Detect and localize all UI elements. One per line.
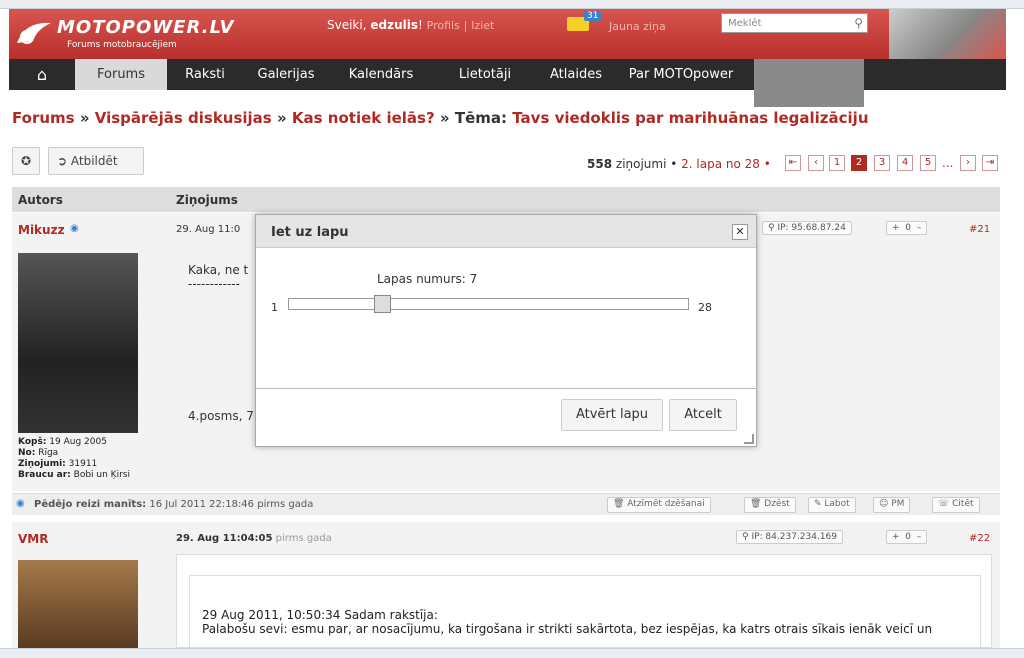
nav-placeholder-box xyxy=(754,59,864,107)
post-22: VMR 29. Aug 11:04:05 pirms gada ⚲ IP: 84… xyxy=(12,522,1000,649)
browser-top-strip xyxy=(0,0,1024,9)
nav-calendar[interactable]: Kalendārs xyxy=(329,59,433,90)
post-date: 29. Aug 11:04:05 pirms gada xyxy=(176,533,332,544)
user-avatar xyxy=(18,253,138,433)
page-link[interactable]: 3 xyxy=(874,155,890,171)
browser-status-bar xyxy=(0,648,1024,658)
logout-link[interactable]: Iziet xyxy=(471,19,494,32)
logo-name: MOTOPOWER.LV xyxy=(57,17,235,38)
post-count: 558 xyxy=(587,157,613,171)
search-icon[interactable]: ⚲ xyxy=(854,16,863,30)
pm-button[interactable]: ☺ PM xyxy=(873,497,911,513)
post-date: 29. Aug 11:0 xyxy=(176,224,241,235)
topic-options-button[interactable]: ✪ xyxy=(12,147,40,175)
page-link[interactable]: 5 xyxy=(920,155,936,171)
page-link[interactable]: 4 xyxy=(897,155,913,171)
logo-subtitle: Forums motobraucējiem xyxy=(67,40,177,50)
post-number[interactable]: #22 xyxy=(969,533,990,544)
next-page-button[interactable]: › xyxy=(960,155,976,171)
post-number[interactable]: #21 xyxy=(969,224,990,235)
user-greeting: Sveiki, edzulis! Profils | Iziet xyxy=(327,18,495,32)
reply-button[interactable]: ➲ Atbildēt xyxy=(48,147,144,175)
nav-galleries[interactable]: Galerijas xyxy=(243,59,329,90)
author-info: Kopš: 19 Aug 2005 No: Rīga Ziņojumi: 319… xyxy=(18,437,130,480)
message-count-badge: 31 xyxy=(584,11,602,21)
page-position: 2. lapa no 28 • xyxy=(681,157,771,171)
go-to-page-dialog: Iet uz lapu ✕ Lapas numurs: 7 1 28 Atvēr… xyxy=(255,214,757,447)
prev-page-button[interactable]: ‹ xyxy=(808,155,824,171)
profile-link[interactable]: Profils xyxy=(427,19,460,32)
online-status-icon: ◉ xyxy=(70,223,79,234)
topic-prefix: Tēma: xyxy=(454,109,508,127)
delete-button[interactable]: 🗑 Dzēst xyxy=(744,497,796,513)
last-page-button[interactable]: ⇥ xyxy=(982,155,998,171)
star-icon: ✪ xyxy=(20,154,32,168)
user-avatar xyxy=(18,560,138,648)
new-message-link[interactable]: Jauna ziņa xyxy=(609,20,666,33)
page-link[interactable]: 1 xyxy=(829,155,845,171)
breadcrumb-forums[interactable]: Forums xyxy=(12,109,75,127)
dialog-divider xyxy=(256,388,756,389)
post-author[interactable]: VMR xyxy=(18,532,48,546)
open-page-button[interactable]: Atvērt lapu xyxy=(561,399,663,431)
nav-users[interactable]: Lietotāji xyxy=(433,59,537,90)
breadcrumb-section[interactable]: Kas notiek ielās? xyxy=(292,109,435,127)
mark-delete-button[interactable]: 🗑 Atzīmēt dzēšanai xyxy=(607,497,711,513)
post-footer: ◉ Pēdējo reizi manīts: 16 Jul 2011 22:18… xyxy=(12,493,1000,515)
header-motorcycle-image xyxy=(889,9,1006,59)
home-icon[interactable]: ⌂ xyxy=(9,59,75,90)
quote-block: 29 Aug 2011, 10:50:34 Sadam rakstīja: Pa… xyxy=(176,554,992,649)
table-header: Autors Ziņojums xyxy=(12,187,1000,212)
slider-handle[interactable] xyxy=(374,295,391,313)
slider-min: 1 xyxy=(271,301,278,314)
topic-title[interactable]: Tavs viedoklis par marihuānas legalizāci… xyxy=(512,109,868,127)
breadcrumb-general[interactable]: Vispārējās diskusijas xyxy=(95,109,272,127)
logo-wing-icon xyxy=(17,22,51,44)
nav-articles[interactable]: Raksti xyxy=(167,59,243,90)
post-author[interactable]: Mikuzz xyxy=(18,223,65,237)
resize-grip-icon[interactable] xyxy=(744,434,754,444)
quote-text: Palabošu sevi: esmu par, ar nosacījumu, … xyxy=(202,622,933,636)
reply-arrow-icon: ➲ xyxy=(57,154,68,168)
nav-about[interactable]: Par MOTOpower xyxy=(615,59,747,90)
first-page-button[interactable]: ⇤ xyxy=(785,155,801,171)
vote-widget[interactable]: + 0 – xyxy=(886,530,928,544)
post-body: Kaka, ne t ------------ 4.posms, 7 xyxy=(188,263,254,423)
nav-forums[interactable]: Forums xyxy=(75,59,167,90)
edit-button[interactable]: ✎ Labot xyxy=(808,497,856,513)
dialog-title: Iet uz lapu xyxy=(256,215,756,248)
ip-badge: ⚲ IP: 84.237.234.169 xyxy=(736,530,843,544)
breadcrumb: Forums » Vispārējās diskusijas » Kas not… xyxy=(12,109,869,127)
col-author: Autors xyxy=(18,193,63,207)
close-icon[interactable]: ✕ xyxy=(732,224,748,240)
site-header: MOTOPOWER.LV Forums motobraucējiem Sveik… xyxy=(9,9,1006,59)
cancel-button[interactable]: Atcelt xyxy=(669,399,737,431)
quote-header: 29 Aug 2011, 10:50:34 Sadam rakstīja: xyxy=(202,608,438,622)
quote-button[interactable]: ☏ Citēt xyxy=(932,497,980,513)
page-slider[interactable] xyxy=(288,295,689,313)
nav-discounts[interactable]: Atlaides xyxy=(537,59,615,90)
page-link-current[interactable]: 2 xyxy=(851,155,867,171)
status-icon: ◉ xyxy=(16,498,25,509)
username[interactable]: edzulis xyxy=(370,18,418,32)
ip-badge: ⚲ IP: 95.68.87.24 xyxy=(762,221,852,235)
slider-max: 28 xyxy=(698,301,712,314)
site-logo[interactable]: MOTOPOWER.LV Forums motobraucējiem xyxy=(15,15,233,55)
vote-widget[interactable]: + 0 – xyxy=(886,221,928,235)
col-post: Ziņojums xyxy=(176,193,238,207)
page-number-label: Lapas numurs: 7 xyxy=(377,272,478,286)
search-input[interactable]: Meklēt ⚲ xyxy=(721,13,868,33)
